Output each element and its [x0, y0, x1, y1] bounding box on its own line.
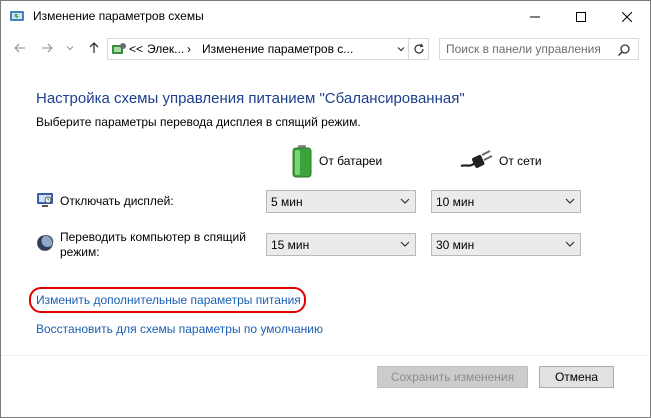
advanced-settings-link[interactable]: Изменить дополнительные параметры питани…: [36, 293, 301, 307]
close-icon: [622, 11, 632, 22]
window-title: Изменение параметров схемы: [33, 9, 204, 23]
chevron-down-icon: [397, 47, 405, 52]
restore-defaults-link[interactable]: Восстановить для схемы параметры по умол…: [36, 322, 323, 336]
column-label-ac: От сети: [499, 154, 542, 168]
power-options-icon: [10, 11, 24, 21]
minimize-icon: [530, 16, 540, 17]
recent-locations-button[interactable]: [62, 40, 78, 56]
display-battery-value: 5 мин: [271, 195, 303, 209]
maximize-button[interactable]: [558, 1, 604, 32]
forward-button[interactable]: [39, 40, 55, 56]
display-ac-value: 10 мин: [436, 195, 475, 209]
footer-divider: [1, 355, 650, 356]
power-plug-icon: [460, 150, 493, 168]
column-label-battery: От батареи: [319, 154, 383, 168]
chevron-down-icon: [565, 198, 575, 204]
sleep-battery-value: 15 мин: [271, 238, 310, 252]
control-panel-icon: [112, 43, 126, 54]
refresh-icon: [413, 43, 424, 54]
display-battery-select[interactable]: 5 мин: [266, 190, 416, 213]
breadcrumb-item-current[interactable]: Изменение параметров с...: [202, 42, 353, 56]
page-title: Настройка схемы управления питанием "Сба…: [36, 90, 465, 107]
save-changes-button[interactable]: Сохранить изменения: [377, 366, 528, 388]
chevron-down-icon: [400, 241, 410, 247]
chevron-down-icon: [400, 198, 410, 204]
minimize-button[interactable]: [512, 1, 558, 32]
back-button[interactable]: [12, 40, 28, 56]
search-icon[interactable]: [617, 43, 631, 57]
breadcrumb-separator[interactable]: ›: [187, 42, 191, 56]
page-subtitle: Выберите параметры перевода дисплея в сп…: [36, 115, 361, 129]
refresh-button[interactable]: [409, 38, 429, 60]
row-label-display: Отключать дисплей:: [60, 194, 174, 208]
address-bar[interactable]: << Элек... › Изменение параметров с...: [107, 38, 429, 60]
arrow-left-icon: [14, 43, 25, 53]
navigation-bar: << Элек... › Изменение параметров с...: [1, 32, 650, 65]
sleep-battery-select[interactable]: 15 мин: [266, 233, 416, 256]
column-header-battery: От батареи: [291, 144, 382, 178]
battery-icon: [292, 145, 312, 178]
address-dropdown-button[interactable]: [394, 38, 409, 60]
chevron-down-icon: [565, 241, 575, 247]
sleep-ac-select[interactable]: 30 мин: [431, 233, 581, 256]
cancel-button[interactable]: Отмена: [539, 366, 614, 388]
display-ac-select[interactable]: 10 мин: [431, 190, 581, 213]
search-input[interactable]: [439, 38, 639, 60]
up-button[interactable]: [86, 40, 102, 56]
breadcrumb-item-power[interactable]: Элек...: [147, 42, 184, 56]
column-header-ac: От сети: [459, 144, 542, 178]
arrow-right-icon: [42, 43, 53, 53]
power-plan-window: Изменение параметров схемы << Элек... › …: [0, 0, 651, 418]
sleep-ac-value: 30 мин: [436, 238, 475, 252]
monitor-icon: [37, 193, 53, 207]
close-button[interactable]: [604, 1, 650, 32]
moon-icon: [37, 235, 54, 251]
chevron-down-icon: [66, 46, 74, 51]
breadcrumb-overflow[interactable]: <<: [129, 42, 143, 56]
row-label-sleep: Переводить компьютер в спящий режим:: [60, 230, 246, 259]
title-bar: Изменение параметров схемы: [1, 1, 650, 32]
arrow-up-icon: [89, 42, 99, 53]
maximize-icon: [576, 11, 586, 22]
